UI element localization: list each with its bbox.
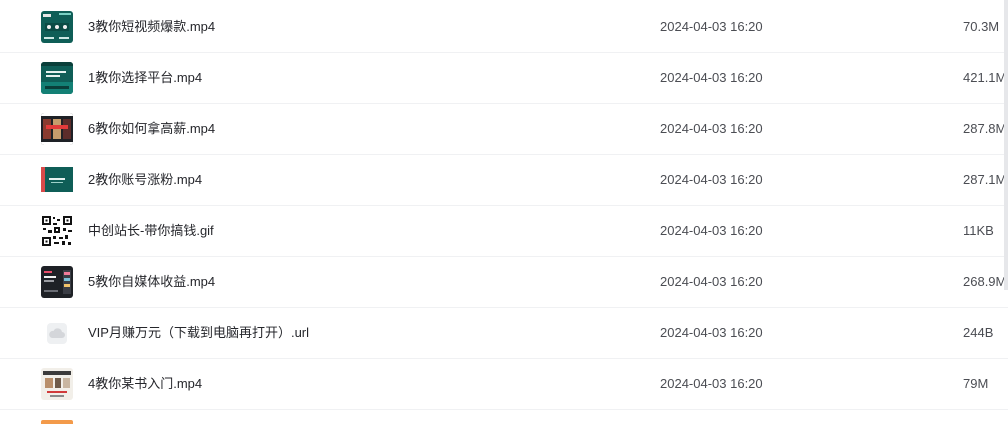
file-list: 3教你短视频爆款.mp4 2024-04-03 16:20 70.3M 1教你选… xyxy=(0,0,1008,424)
scrollbar[interactable] xyxy=(1004,0,1008,290)
file-date: 2024-04-03 16:20 xyxy=(660,19,763,34)
video-thumbnail-icon xyxy=(41,62,73,94)
video-thumbnail-icon xyxy=(41,113,73,145)
file-name[interactable]: 5教你自媒体收益.mp4 xyxy=(88,274,215,290)
file-row[interactable]: 4教你某书入门.mp4 2024-04-03 16:20 79M xyxy=(0,359,1008,410)
file-date: 2024-04-03 16:20 xyxy=(660,274,763,289)
file-name[interactable]: 1教你选择平台.mp4 xyxy=(88,70,202,86)
file-date: 2024-04-03 16:20 xyxy=(660,376,763,391)
file-date: 2024-04-03 16:20 xyxy=(660,172,763,187)
file-size: 70.3M xyxy=(963,19,1000,34)
video-thumbnail-icon xyxy=(41,368,73,400)
file-size: 287.8M xyxy=(963,121,1007,136)
file-row[interactable]: VIP月赚万元（下载到电脑再打开）.url 2024-04-03 16:20 2… xyxy=(0,308,1008,359)
file-size: 287.1M xyxy=(963,172,1007,187)
file-name[interactable]: 中创站长-带你搞钱.gif xyxy=(88,223,214,239)
next-row-thumbnail xyxy=(41,420,73,424)
file-name[interactable]: 3教你短视频爆款.mp4 xyxy=(88,19,215,35)
video-thumbnail-icon xyxy=(41,266,73,298)
file-date: 2024-04-03 16:20 xyxy=(660,325,763,340)
file-size: 268.9M xyxy=(963,274,1007,289)
file-row[interactable]: 6教你如何拿高薪.mp4 2024-04-03 16:20 287.8M xyxy=(0,104,1008,155)
file-name[interactable]: 6教你如何拿高薪.mp4 xyxy=(88,121,215,137)
file-date: 2024-04-03 16:20 xyxy=(660,223,763,238)
file-date: 2024-04-03 16:20 xyxy=(660,121,763,136)
file-row[interactable]: 5教你自媒体收益.mp4 2024-04-03 16:20 268.9M xyxy=(0,257,1008,308)
file-size: 244B xyxy=(963,325,994,340)
file-row[interactable]: 2教你账号涨粉.mp4 2024-04-03 16:20 287.1M xyxy=(0,155,1008,206)
video-thumbnail-icon xyxy=(41,164,73,196)
file-name[interactable]: 4教你某书入门.mp4 xyxy=(88,376,202,392)
file-size: 11KB xyxy=(963,223,994,238)
file-date: 2024-04-03 16:20 xyxy=(660,70,763,85)
file-size: 421.1M xyxy=(963,70,1007,85)
file-row[interactable]: 3教你短视频爆款.mp4 2024-04-03 16:20 70.3M xyxy=(0,2,1008,53)
file-row[interactable]: 1教你选择平台.mp4 2024-04-03 16:20 421.1M xyxy=(0,53,1008,104)
file-name[interactable]: 2教你账号涨粉.mp4 xyxy=(88,172,202,188)
file-row[interactable]: 中创站长-带你搞钱.gif 2024-04-03 16:20 11KB xyxy=(0,206,1008,257)
cloud-link-file-icon xyxy=(41,317,73,349)
file-name[interactable]: VIP月赚万元（下载到电脑再打开）.url xyxy=(88,325,309,341)
qr-code-thumbnail-icon xyxy=(41,215,73,247)
video-thumbnail-icon xyxy=(41,11,73,43)
file-size: 79M xyxy=(963,376,989,391)
